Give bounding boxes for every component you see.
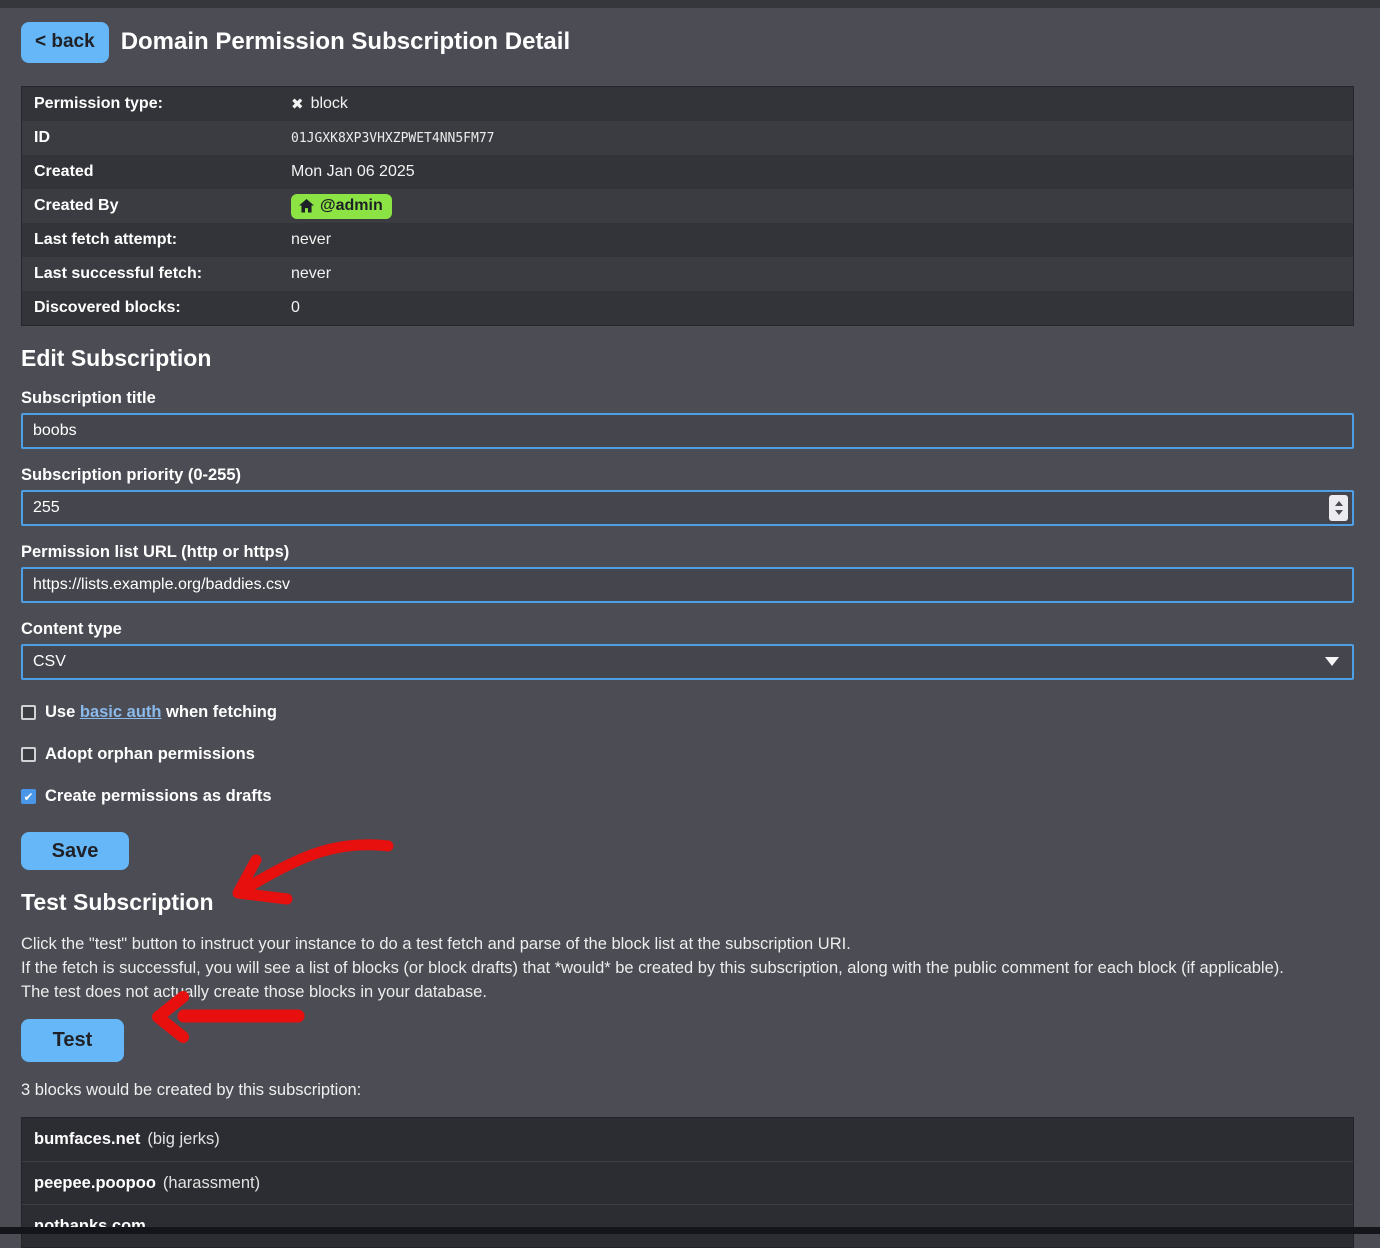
create-drafts-checkbox-row: ✔ Create permissions as drafts: [21, 787, 1354, 806]
table-row-id: ID 01JGXK8XP3VHXZPWET4NN5FM77: [22, 121, 1353, 155]
subscription-title-input[interactable]: [21, 413, 1354, 449]
permission-list-url-label: Permission list URL (http or https): [21, 543, 1354, 562]
table-row-created-by: Created By @admin: [22, 189, 1353, 223]
row-label: Last fetch attempt:: [22, 231, 291, 249]
basic-auth-checkbox-row: Use basic auth when fetching: [21, 703, 1354, 722]
table-row-created: Created Mon Jan 06 2025: [22, 155, 1353, 189]
block-list-item: nothanks.com: [22, 1204, 1353, 1247]
test-description-line: The test does not actually create those …: [21, 980, 1354, 1004]
subscription-id-value: 01JGXK8XP3VHXZPWET4NN5FM77: [291, 131, 495, 146]
permission-list-url-input[interactable]: [21, 567, 1354, 603]
created-by-handle: @admin: [320, 197, 383, 215]
stepper-down-icon[interactable]: [1335, 510, 1343, 515]
stepper-up-icon[interactable]: [1335, 501, 1343, 506]
number-stepper[interactable]: [1329, 495, 1348, 521]
table-row-last-fetch-attempt: Last fetch attempt: never: [22, 223, 1353, 257]
test-description-line: If the fetch is successful, you will see…: [21, 956, 1354, 980]
row-label: Created By: [22, 197, 291, 215]
subscription-title-label: Subscription title: [21, 389, 1354, 408]
content-type-selected-value: CSV: [33, 653, 66, 671]
table-row-last-successful-fetch: Last successful fetch: never: [22, 257, 1353, 291]
save-button[interactable]: Save: [21, 832, 129, 870]
row-label: ID: [22, 129, 291, 147]
basic-auth-label: Use basic auth when fetching: [45, 703, 277, 722]
adopt-orphans-checkbox[interactable]: [21, 747, 36, 762]
created-date-value: Mon Jan 06 2025: [291, 163, 415, 181]
create-drafts-checkbox[interactable]: ✔: [21, 789, 36, 804]
block-x-icon: ✖: [291, 95, 304, 113]
row-value: @admin: [291, 194, 392, 219]
block-domain: bumfaces.net: [34, 1130, 140, 1149]
home-icon: [299, 199, 314, 213]
window-bottom-edge: [0, 1227, 1380, 1234]
test-subscription-heading: Test Subscription: [21, 889, 1354, 916]
block-comment: (harassment): [163, 1174, 260, 1193]
create-drafts-label: Create permissions as drafts: [45, 787, 272, 806]
last-fetch-attempt-value: never: [291, 231, 331, 249]
table-row-permission-type: Permission type: ✖ block: [22, 87, 1353, 121]
permission-list-url-group: Permission list URL (http or https): [21, 543, 1354, 603]
basic-auth-link[interactable]: basic auth: [80, 703, 162, 721]
row-value: ✖ block: [291, 95, 348, 113]
adopt-orphans-checkbox-row: Adopt orphan permissions: [21, 745, 1354, 764]
permission-type-value: block: [311, 95, 348, 113]
row-label: Last successful fetch:: [22, 265, 291, 283]
content-type-select[interactable]: CSV: [21, 644, 1354, 680]
row-label: Permission type:: [22, 95, 291, 113]
last-successful-fetch-value: never: [291, 265, 331, 283]
domain-permission-subscription-detail-page: < back Domain Permission Subscription De…: [0, 8, 1380, 1248]
adopt-orphans-label: Adopt orphan permissions: [45, 745, 255, 764]
created-by-admin-badge[interactable]: @admin: [291, 194, 392, 219]
block-list-item: peepee.poopoo (harassment): [22, 1161, 1353, 1204]
edit-subscription-heading: Edit Subscription: [21, 345, 1354, 372]
test-button[interactable]: Test: [21, 1019, 124, 1062]
subscription-priority-label: Subscription priority (0-255): [21, 466, 1354, 485]
block-domain: peepee.poopoo: [34, 1174, 156, 1193]
subscription-priority-input[interactable]: [21, 490, 1354, 526]
back-button[interactable]: < back: [21, 22, 109, 63]
window-top-edge: [0, 0, 1380, 8]
block-list-item: bumfaces.net (big jerks): [22, 1118, 1353, 1161]
subscription-title-group: Subscription title: [21, 389, 1354, 449]
page-title: Domain Permission Subscription Detail: [121, 28, 570, 56]
row-label: Discovered blocks:: [22, 299, 291, 317]
subscription-detail-table: Permission type: ✖ block ID 01JGXK8XP3VH…: [21, 86, 1354, 326]
table-row-discovered-blocks: Discovered blocks: 0: [22, 291, 1353, 325]
content-type-group: Content type CSV: [21, 620, 1354, 680]
block-comment: (big jerks): [147, 1130, 219, 1149]
test-description: Click the "test" button to instruct your…: [21, 932, 1354, 1004]
basic-auth-checkbox[interactable]: [21, 705, 36, 720]
row-label: Created: [22, 163, 291, 181]
page-header: < back Domain Permission Subscription De…: [21, 21, 1354, 63]
content-type-label: Content type: [21, 620, 1354, 639]
chevron-down-icon: [1325, 657, 1339, 666]
test-description-line: Click the "test" button to instruct your…: [21, 932, 1354, 956]
discovered-blocks-value: 0: [291, 299, 300, 317]
subscription-priority-group: Subscription priority (0-255): [21, 466, 1354, 526]
test-result-summary: 3 blocks would be created by this subscr…: [21, 1081, 1354, 1100]
